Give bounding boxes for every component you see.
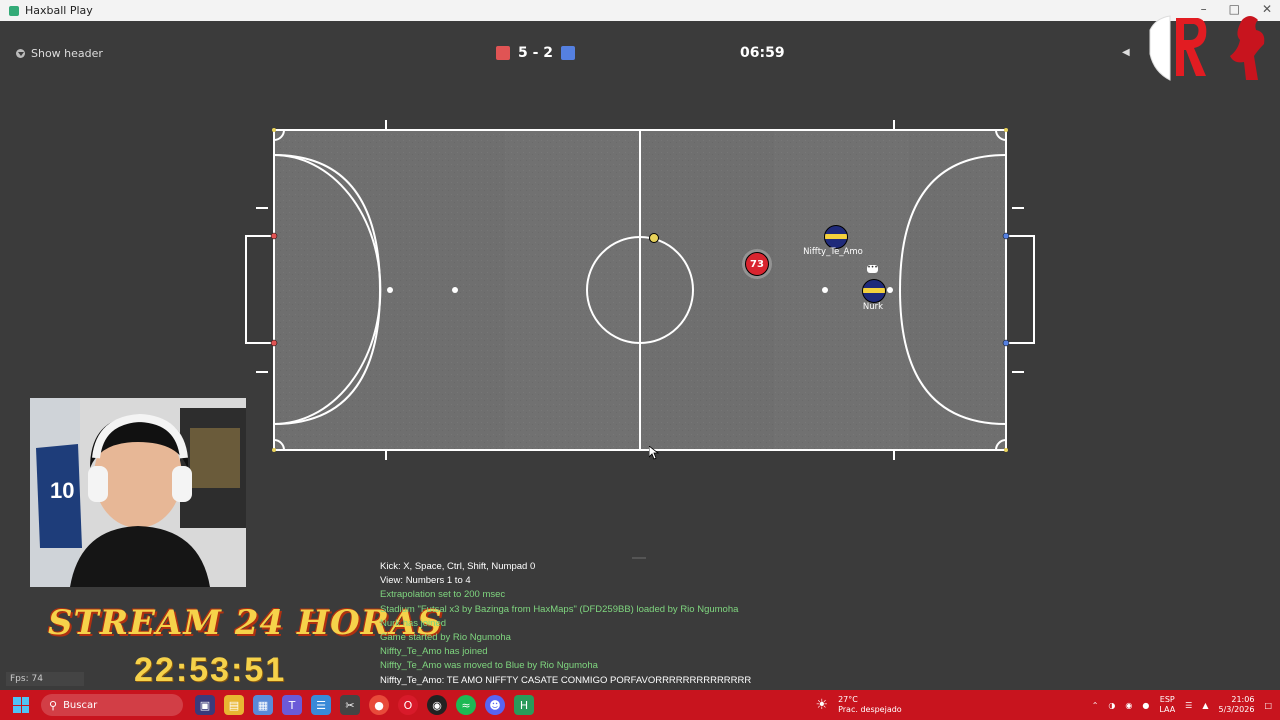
player-name-niffty: Niffty_Te_Amo xyxy=(803,247,863,257)
match-timer: 06:59 xyxy=(740,45,785,61)
window-title: Haxball Play xyxy=(25,4,93,17)
red-team-indicator xyxy=(496,46,510,60)
chat-log: Kick: X, Space, Ctrl, Shift, Numpad 0 Vie… xyxy=(380,560,751,688)
sound-icon[interactable]: ◀ xyxy=(1122,47,1130,58)
wifi-icon[interactable]: ☰ xyxy=(1185,701,1192,710)
show-header-button[interactable]: Show header xyxy=(16,47,103,60)
taskbar-clock[interactable]: 21:06 5/3/2026 xyxy=(1219,695,1255,715)
discord-icon[interactable]: ☻ xyxy=(485,695,505,715)
score-text: 5 - 2 xyxy=(518,45,554,61)
fps-counter: Fps: 74 xyxy=(6,672,84,686)
obs-icon[interactable]: ◉ xyxy=(427,695,447,715)
player-red-73: 73 xyxy=(742,249,772,279)
chevron-down-icon xyxy=(16,49,25,58)
chat-message: Nurk has joined xyxy=(380,617,447,629)
network-icon[interactable]: ◑ xyxy=(1108,701,1115,710)
player-niffty xyxy=(824,225,848,249)
player-name-nurk: Nurk xyxy=(862,302,884,312)
weather-temp: 27°C xyxy=(838,695,858,704)
player-stripe xyxy=(825,234,847,239)
scoreboard: 5 - 2 xyxy=(496,45,576,61)
chevron-up-icon[interactable]: ⌃ xyxy=(1092,701,1099,710)
taskbar-search[interactable]: ⚲ Buscar xyxy=(41,694,183,716)
system-tray: ☀ 27°C Prac. despejado ⌃ ◑ ◉ ● ESP LAA ☰… xyxy=(816,690,1272,720)
language-code: ESP xyxy=(1159,695,1175,704)
chat-message: Game started by Rio Ngumoha xyxy=(380,632,511,644)
chat-message: Niffty_Te_Amo: TE AMO NIFFTY CASATE CONM… xyxy=(380,674,752,686)
windows-taskbar: ⚲ Buscar ▣ ▤ ▦ T ☰ ✂ ● O ◉ ≈ ☻ H ☀ 27°C … xyxy=(0,690,1280,720)
opera-icon[interactable]: O xyxy=(398,695,418,715)
webcam-overlay: 10 xyxy=(30,398,246,587)
stream-clock: 22:53:51 xyxy=(134,651,287,689)
chat-message: Niffty_Te_Amo has joined xyxy=(380,646,488,658)
search-placeholder: Buscar xyxy=(63,699,98,711)
task-view-icon[interactable]: ▣ xyxy=(195,695,215,715)
microphone-icon[interactable]: ● xyxy=(1142,701,1149,710)
notes-icon[interactable]: ☰ xyxy=(311,695,331,715)
game-area[interactable]: Show header 5 - 2 06:59 ◀ 73 Niffty_Te_A… xyxy=(0,15,1280,690)
chat-message: Niffty_Te_Amo was moved to Blue by Rio N… xyxy=(380,660,598,672)
chat-message: Kick: X, Space, Ctrl, Shift, Numpad 0 xyxy=(380,561,536,572)
teams-icon[interactable]: T xyxy=(282,695,302,715)
chat-bubble-icon: ••• xyxy=(867,264,878,273)
notification-icon[interactable]: □ xyxy=(1264,701,1272,710)
taskbar-apps: ▣ ▤ ▦ T ☰ ✂ ● O ◉ ≈ ☻ H xyxy=(195,695,534,715)
webcam-image: 10 xyxy=(30,398,246,587)
spotify-icon[interactable]: ≈ xyxy=(456,695,476,715)
chat-message: Extrapolation set to 200 msec xyxy=(380,589,506,601)
svg-text:10: 10 xyxy=(50,478,74,503)
weather-widget[interactable]: 27°C Prac. despejado xyxy=(838,695,902,715)
clock-time: 21:06 xyxy=(1231,695,1255,704)
search-icon: ⚲ xyxy=(49,698,58,712)
haxball-taskbar-icon[interactable]: H xyxy=(514,695,534,715)
file-explorer-icon[interactable]: ▤ xyxy=(224,695,244,715)
blue-team-indicator xyxy=(561,46,576,60)
chat-resize-handle[interactable] xyxy=(632,557,646,559)
show-header-label: Show header xyxy=(31,47,103,60)
mouse-cursor-icon xyxy=(649,446,659,460)
windows-start-icon[interactable] xyxy=(13,697,29,713)
shield-icon[interactable]: ◉ xyxy=(1125,701,1132,710)
chrome-icon[interactable]: ● xyxy=(369,695,389,715)
language-indicator[interactable]: ESP LAA xyxy=(1159,695,1175,715)
weather-desc: Prac. despejado xyxy=(838,705,902,714)
chat-message: Stadium "Futsal x3 by Bazinga from HaxMa… xyxy=(380,603,739,615)
player-stripe xyxy=(863,288,885,293)
team-logos xyxy=(1149,15,1265,81)
weather-icon: ☀ xyxy=(815,697,829,713)
player-avatar-73: 73 xyxy=(745,252,769,276)
window-titlebar: Haxball Play – □ ✕ xyxy=(0,0,1280,21)
haxball-app-icon xyxy=(9,5,19,16)
chat-message: View: Numbers 1 to 4 xyxy=(380,575,471,587)
keyboard-layout: LAA xyxy=(1159,705,1176,714)
futsal-pitch xyxy=(245,120,1035,460)
clock-date: 5/3/2026 xyxy=(1218,705,1255,714)
calculator-icon[interactable]: ▦ xyxy=(253,695,273,715)
snipping-tool-icon[interactable]: ✂ xyxy=(340,695,360,715)
player-nurk xyxy=(862,279,886,303)
volume-icon[interactable]: ▲ xyxy=(1202,701,1208,710)
